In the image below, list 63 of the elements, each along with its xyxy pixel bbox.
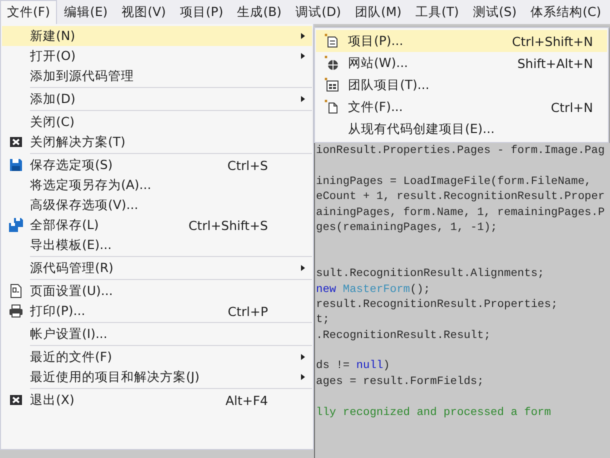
menu-item[interactable]: 团队项目(T)... <box>316 74 607 96</box>
shortcut-label: Ctrl+N <box>550 100 593 114</box>
shortcut-label: Shift+Alt+N <box>516 56 593 70</box>
menu-bar-item[interactable]: 工具(T) <box>408 0 466 24</box>
code-line: ages = result.FormFields; <box>315 374 485 390</box>
page-setup-icon <box>8 283 24 299</box>
menu-bar-item[interactable]: 体系结构(C) <box>524 0 608 24</box>
shortcut-label: Ctrl+S <box>226 158 269 172</box>
menu-item[interactable]: 新建(N) <box>2 26 312 46</box>
menu-item[interactable]: 从现有代码创建项目(E)... <box>316 118 607 140</box>
menu-item[interactable]: 添加到源代码管理 <box>2 66 312 86</box>
menu-item[interactable]: 全部保存(L) Ctrl+Shift+S <box>2 215 312 235</box>
menu-item[interactable]: 保存选定项(S) Ctrl+S <box>2 155 312 175</box>
menu-item[interactable]: 退出(X) Alt+F4 <box>2 390 312 410</box>
menu-item[interactable]: 帐户设置(I)... <box>2 324 312 344</box>
globe-icon <box>324 55 340 71</box>
menu-bar-item[interactable]: 项目(P) <box>172 0 230 24</box>
close-icon <box>8 392 24 408</box>
menu-item[interactable]: 源代码管理(R) <box>2 258 312 278</box>
menu-item[interactable]: 打开(O) <box>2 46 312 66</box>
shortcut-label: Ctrl+Shift+S <box>187 218 269 232</box>
code-line: lly recognized and processed a form <box>315 406 552 421</box>
menu-item[interactable]: 添加(D) <box>2 89 312 109</box>
new-file-icon <box>324 99 340 115</box>
shortcut-label: Ctrl+Shift+N <box>511 34 593 48</box>
menu-item[interactable]: 导出模板(E)... <box>2 235 312 255</box>
menu-item[interactable]: 最近的文件(F) <box>2 347 312 367</box>
shortcut-label: Ctrl+P <box>226 304 269 318</box>
save-icon <box>8 157 24 173</box>
code-line: .RecognitionResult.Result; <box>315 328 492 344</box>
menu-item[interactable]: 网站(W)... Shift+Alt+N <box>316 52 607 74</box>
close-icon <box>8 134 24 150</box>
menu-bar-item[interactable]: 文件(F) <box>0 0 57 24</box>
menu-item[interactable]: 关闭解决方案(T) <box>2 132 312 152</box>
menu-item[interactable]: 文件(F)... Ctrl+N <box>316 96 607 118</box>
code-line: t; <box>315 313 330 328</box>
save-all-icon <box>8 217 24 233</box>
code-line: sult.RecognitionResult.Alignments; <box>315 267 546 282</box>
menu-item[interactable]: 高级保存选项(V)... <box>2 195 312 215</box>
menu-bar-item[interactable]: 生成(B) <box>230 0 289 24</box>
menu-bar-item[interactable]: 测试(S) <box>466 0 524 24</box>
code-line: eCount + 1, result.RecognitionResult.Proper <box>315 190 606 206</box>
code-line: ges(remainingPages, 1, -1); <box>315 220 498 236</box>
menu-item[interactable]: 最近使用的项目和解决方案(J) <box>2 367 312 387</box>
code-line: result.RecognitionResult.Properties; <box>315 298 559 313</box>
new-project-icon <box>324 33 340 49</box>
shortcut-label: Alt+F4 <box>224 392 269 408</box>
code-line: ds != null) <box>315 359 391 374</box>
team-project-icon <box>324 77 340 93</box>
menu-bar-item[interactable]: 调试(D) <box>288 0 348 24</box>
code-line: iningPages = LoadImageFile(form.FileName, <box>315 174 592 190</box>
menu-bar-item[interactable]: 视图(V) <box>114 0 173 24</box>
menu-item[interactable]: 打印(P)... Ctrl+P <box>2 301 312 321</box>
menu-item[interactable]: 页面设置(U)... <box>2 281 312 301</box>
menu-item[interactable]: 将选定项另存为(A)... <box>2 175 312 195</box>
code-line: ainingPages, form.Name, 1, remainingPages.P <box>315 206 606 221</box>
menu-bar-item[interactable]: 团队(M) <box>348 0 408 24</box>
menu-item[interactable]: 关闭(C) <box>2 112 312 132</box>
code-line: new MasterForm(); <box>315 282 432 298</box>
code-line: ionResult.Properties.Pages - form.Image.Pag <box>315 144 606 159</box>
printer-icon <box>8 303 24 319</box>
menu-bar-item[interactable]: 编辑(E) <box>56 0 115 24</box>
menu-item[interactable]: 项目(P)... Ctrl+Shift+N <box>316 30 607 52</box>
